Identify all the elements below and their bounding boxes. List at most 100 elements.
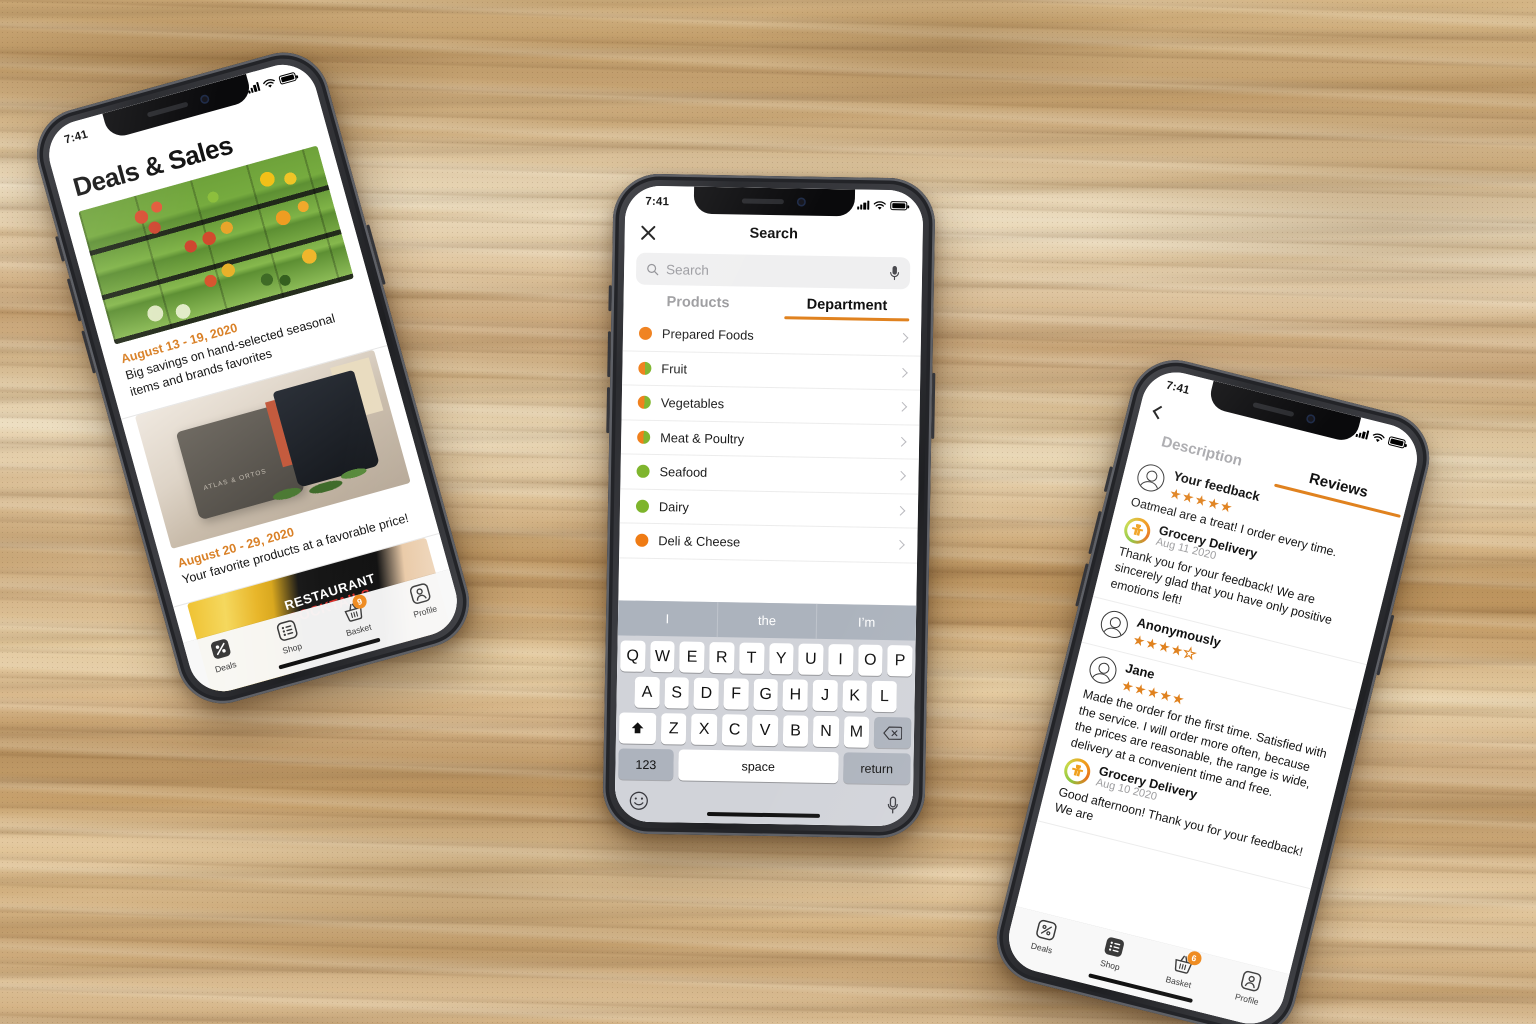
- user-avatar-icon: [1134, 461, 1168, 495]
- earpiece-speaker: [742, 198, 785, 205]
- shop-list-icon: [1104, 937, 1125, 957]
- department-row[interactable]: Deli & Cheese: [619, 523, 918, 564]
- tab-label: Deals: [213, 659, 238, 675]
- back-chevron-icon[interactable]: [1152, 405, 1167, 420]
- key-j[interactable]: J: [812, 679, 838, 712]
- shift-key[interactable]: [618, 712, 657, 745]
- department-label: Vegetables: [660, 395, 725, 412]
- close-x-icon[interactable]: [639, 222, 658, 241]
- search-content: Search Search Products Department Prepar…: [614, 185, 924, 827]
- tab-products[interactable]: Products: [623, 293, 772, 319]
- key-g[interactable]: G: [753, 678, 779, 711]
- key-s[interactable]: S: [664, 677, 690, 709]
- user-avatar-icon: [1098, 607, 1131, 641]
- deals-percent-icon: [210, 639, 231, 659]
- key-w[interactable]: W: [649, 640, 676, 673]
- department-label: Prepared Foods: [661, 326, 754, 343]
- key-x[interactable]: X: [691, 713, 718, 746]
- battery-icon: [278, 71, 298, 85]
- status-time: 7:41: [1164, 379, 1191, 397]
- key-a[interactable]: A: [634, 676, 660, 709]
- suggestion-bar: I the I’m: [617, 600, 917, 641]
- wifi-icon: [873, 200, 886, 210]
- microphone-icon[interactable]: [889, 265, 900, 281]
- department-label: Meat & Poultry: [660, 429, 745, 447]
- key-i[interactable]: I: [827, 644, 854, 676]
- volume-down-button[interactable]: [606, 387, 611, 434]
- notch: [693, 186, 855, 217]
- star-filled: ★: [1170, 689, 1187, 708]
- chevron-right-icon: [897, 367, 908, 378]
- keyboard-row-4: 123 space return: [615, 743, 914, 790]
- department-list: Prepared Foods Fruit Vegetables Meat & P…: [618, 316, 922, 605]
- category-dot: [638, 361, 652, 375]
- status-time: 7:41: [62, 128, 90, 146]
- phone-search-screen: 7:41 Search Search Products Department P…: [602, 173, 936, 839]
- tab-label: Profile: [412, 603, 439, 620]
- department-row[interactable]: Prepared Foods: [622, 316, 922, 357]
- key-u[interactable]: U: [798, 643, 824, 675]
- chevron-right-icon: [898, 333, 909, 344]
- return-key[interactable]: return: [842, 752, 911, 785]
- category-dot: [637, 395, 651, 410]
- numeric-key[interactable]: 123: [618, 748, 674, 781]
- battery-icon: [890, 201, 908, 211]
- search-icon: [647, 263, 659, 275]
- key-z[interactable]: Z: [660, 713, 687, 745]
- key-b[interactable]: B: [782, 715, 809, 747]
- cellular-bars-icon: [856, 200, 870, 210]
- key-o[interactable]: O: [857, 644, 883, 677]
- chevron-right-icon: [895, 505, 906, 516]
- tab-label: Profile: [1234, 991, 1260, 1007]
- search-placeholder: Search: [665, 261, 710, 278]
- backspace-key[interactable]: [873, 716, 912, 749]
- deals-percent-icon: [1035, 919, 1057, 941]
- onscreen-keyboard: I the I’m Q W E R T Y U I O P A S D F G …: [614, 600, 917, 827]
- department-row[interactable]: Meat & Poultry: [620, 419, 920, 460]
- department-label: Seafood: [659, 464, 708, 481]
- department-row[interactable]: Dairy: [619, 488, 919, 529]
- front-camera: [797, 197, 807, 207]
- department-row[interactable]: Seafood: [620, 454, 919, 495]
- profile-icon: [409, 583, 431, 604]
- key-e[interactable]: E: [679, 641, 705, 673]
- department-row[interactable]: Vegetables: [621, 385, 921, 426]
- key-q[interactable]: Q: [620, 640, 646, 672]
- mute-switch[interactable]: [608, 285, 612, 312]
- key-d[interactable]: D: [693, 677, 719, 710]
- front-camera: [1305, 413, 1317, 425]
- volume-up-button[interactable]: [607, 331, 612, 378]
- status-time: 7:41: [645, 195, 670, 208]
- key-l[interactable]: L: [871, 680, 897, 713]
- key-h[interactable]: H: [782, 679, 808, 711]
- earpiece-speaker: [1252, 402, 1295, 418]
- key-y[interactable]: Y: [768, 643, 794, 675]
- star-empty: ★: [1181, 643, 1198, 663]
- key-t[interactable]: T: [738, 642, 765, 674]
- tab-department[interactable]: Department: [772, 296, 921, 322]
- battery-icon: [1387, 436, 1407, 449]
- suggestion-item[interactable]: I: [617, 600, 718, 638]
- suggestion-item[interactable]: I’m: [817, 604, 916, 641]
- key-r[interactable]: R: [709, 641, 735, 674]
- wifi-icon: [263, 78, 275, 88]
- category-dot: [638, 326, 653, 341]
- key-v[interactable]: V: [752, 714, 779, 747]
- search-input[interactable]: Search: [635, 252, 911, 290]
- space-key[interactable]: space: [678, 749, 839, 784]
- emoji-smiley-icon[interactable]: [629, 791, 649, 811]
- key-f[interactable]: F: [723, 678, 749, 710]
- key-p[interactable]: P: [887, 645, 913, 677]
- key-n[interactable]: N: [812, 715, 839, 748]
- department-row[interactable]: Fruit: [622, 350, 921, 391]
- suggestion-item[interactable]: the: [717, 602, 818, 639]
- key-k[interactable]: K: [842, 680, 868, 712]
- key-c[interactable]: C: [721, 714, 748, 746]
- chevron-right-icon: [896, 471, 906, 481]
- tab-label: Shop: [281, 640, 304, 656]
- department-label: Dairy: [658, 498, 689, 515]
- dictation-microphone-icon[interactable]: [887, 796, 899, 814]
- key-m[interactable]: M: [843, 716, 870, 748]
- wifi-icon: [1372, 433, 1385, 442]
- tab-label: Deals: [1029, 940, 1054, 956]
